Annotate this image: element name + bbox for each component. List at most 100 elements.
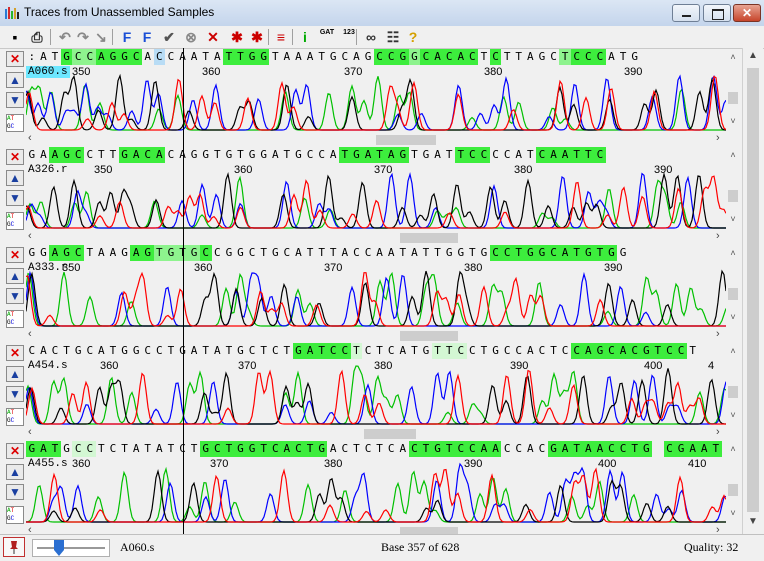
- base-call[interactable]: A: [397, 441, 409, 457]
- base-call[interactable]: C: [49, 343, 61, 359]
- base-call[interactable]: C: [489, 245, 502, 261]
- base-call[interactable]: G: [60, 147, 73, 163]
- base-call[interactable]: T: [374, 343, 386, 359]
- base-call[interactable]: T: [548, 343, 560, 359]
- chromatogram-trace[interactable]: [26, 460, 726, 524]
- base-call[interactable]: C: [547, 245, 560, 261]
- base-call[interactable]: T: [304, 441, 316, 457]
- base-call[interactable]: C: [351, 245, 363, 261]
- vertical-scroll-thumb[interactable]: [747, 68, 759, 512]
- base-call[interactable]: T: [594, 245, 606, 261]
- base-call[interactable]: C: [582, 49, 595, 65]
- base-call[interactable]: G: [629, 49, 641, 65]
- base-call[interactable]: T: [316, 245, 328, 261]
- trace-vertical-thumb[interactable]: [728, 190, 738, 202]
- base-call[interactable]: G: [223, 245, 235, 261]
- base-call[interactable]: C: [339, 343, 351, 359]
- base-call[interactable]: C: [327, 343, 340, 359]
- base-call[interactable]: T: [467, 245, 479, 261]
- base-call[interactable]: T: [350, 343, 363, 359]
- base-call[interactable]: G: [362, 49, 374, 65]
- base-call[interactable]: C: [72, 49, 84, 65]
- base-call[interactable]: A: [686, 441, 699, 457]
- base-call[interactable]: A: [188, 49, 200, 65]
- base-call[interactable]: G: [60, 49, 73, 65]
- redo-icon[interactable]: ↷: [74, 28, 92, 46]
- base-call[interactable]: C: [385, 441, 397, 457]
- base-call[interactable]: C: [269, 343, 281, 359]
- base-call[interactable]: T: [96, 441, 108, 457]
- chromatogram-trace[interactable]: [26, 264, 726, 328]
- base-call[interactable]: C: [617, 441, 629, 457]
- base-call[interactable]: C: [570, 343, 583, 359]
- base-call[interactable]: T: [339, 147, 351, 163]
- base-call[interactable]: A: [212, 343, 224, 359]
- base-call[interactable]: C: [605, 343, 618, 359]
- base-call[interactable]: A: [96, 343, 108, 359]
- base-call[interactable]: G: [594, 343, 606, 359]
- base-call[interactable]: T: [432, 245, 444, 261]
- base-call[interactable]: G: [269, 245, 281, 261]
- base-call[interactable]: C: [605, 441, 618, 457]
- base-call[interactable]: A: [559, 441, 571, 457]
- base-call[interactable]: T: [107, 343, 119, 359]
- delete-x-icon[interactable]: ✕: [204, 28, 222, 46]
- base-call[interactable]: T: [582, 147, 595, 163]
- base-call[interactable]: C: [536, 441, 548, 457]
- base-call[interactable]: G: [397, 49, 409, 65]
- info-icon[interactable]: i: [296, 28, 314, 46]
- base-colors-button[interactable]: AT GC: [6, 114, 24, 132]
- base-call[interactable]: C: [490, 147, 502, 163]
- base-call[interactable]: T: [513, 49, 525, 65]
- base-call[interactable]: T: [223, 441, 235, 457]
- base-call[interactable]: T: [431, 343, 444, 359]
- base-call[interactable]: T: [304, 245, 316, 261]
- find-backward-icon[interactable]: F: [138, 28, 156, 46]
- base-call[interactable]: A: [130, 441, 142, 457]
- base-call[interactable]: A: [212, 49, 224, 65]
- base-call[interactable]: T: [570, 441, 583, 457]
- base-call[interactable]: A: [397, 343, 409, 359]
- base-call[interactable]: C: [72, 245, 84, 261]
- base-call[interactable]: A: [339, 245, 351, 261]
- base-call[interactable]: T: [443, 343, 455, 359]
- sequence-row[interactable]: GGAGCTAAGAGTGTGCCGGCTGCATTTACCAATATTGGTG…: [26, 245, 726, 261]
- base-call[interactable]: T: [420, 245, 432, 261]
- base-call[interactable]: C: [536, 147, 548, 163]
- base-call[interactable]: G: [234, 441, 247, 457]
- base-call[interactable]: G: [524, 245, 537, 261]
- base-call[interactable]: C: [165, 147, 177, 163]
- base-call[interactable]: A: [304, 49, 316, 65]
- vertical-scrollbar[interactable]: ▲ ▼: [742, 48, 763, 534]
- base-call[interactable]: C: [466, 441, 479, 457]
- prev-asterisk-icon[interactable]: ✱: [228, 28, 246, 46]
- base-call[interactable]: G: [235, 245, 247, 261]
- base-call[interactable]: A: [374, 245, 386, 261]
- base-call[interactable]: A: [547, 147, 560, 163]
- base-call[interactable]: C: [141, 147, 154, 163]
- accept-check-icon[interactable]: ✔: [160, 28, 178, 46]
- base-call[interactable]: T: [443, 147, 455, 163]
- trace-vertical-thumb[interactable]: [728, 386, 738, 398]
- base-call[interactable]: T: [420, 441, 432, 457]
- scroll-right-icon[interactable]: ›: [716, 328, 720, 340]
- zoom-slider[interactable]: [32, 539, 110, 557]
- base-call[interactable]: G: [141, 245, 154, 261]
- base-call[interactable]: T: [409, 343, 421, 359]
- base-call[interactable]: A: [582, 343, 595, 359]
- base-call[interactable]: C: [501, 441, 513, 457]
- base-call[interactable]: C: [443, 49, 455, 65]
- base-call[interactable]: A: [409, 245, 421, 261]
- base-call[interactable]: A: [95, 49, 108, 65]
- move-down-button[interactable]: ▼: [6, 484, 24, 500]
- sequence-row[interactable]: GAAGCCTTGACACAGGTGTGGATGCCATGATAGTGATTCC…: [26, 147, 726, 163]
- scroll-left-icon[interactable]: ‹: [28, 328, 32, 340]
- base-call[interactable]: A: [96, 245, 108, 261]
- base-call[interactable]: G: [257, 49, 270, 65]
- base-call[interactable]: C: [72, 441, 84, 457]
- base-call[interactable]: T: [258, 343, 270, 359]
- base-call[interactable]: A: [38, 147, 50, 163]
- base-call[interactable]: G: [536, 245, 548, 261]
- scroll-left-icon[interactable]: ‹: [28, 132, 32, 144]
- minimize-button[interactable]: [672, 4, 700, 22]
